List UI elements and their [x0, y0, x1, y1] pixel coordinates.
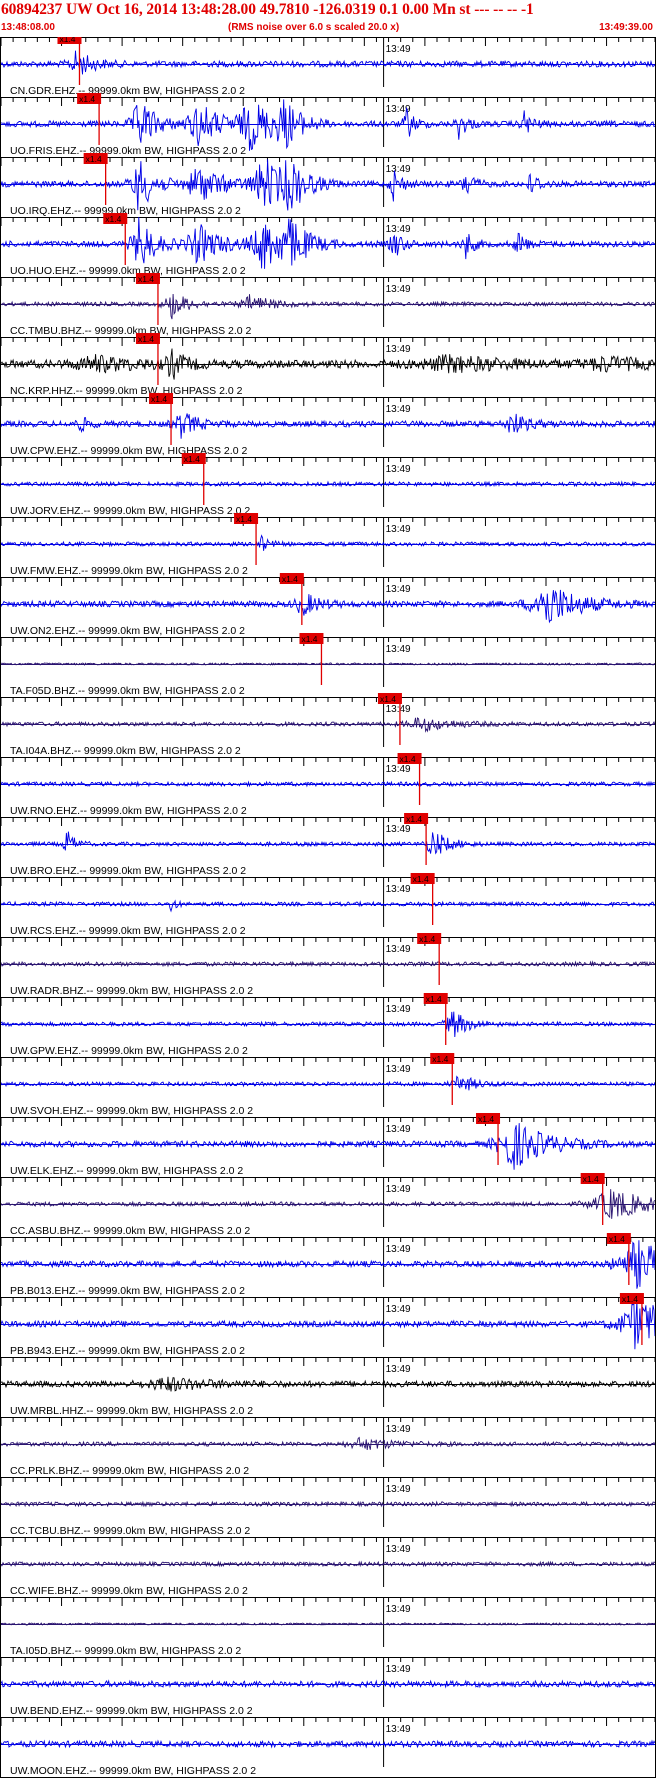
- station-label: UW.RNO.EHZ.-- 99999.0km BW, HIGHPASS 2.0…: [10, 805, 247, 817]
- station-label: UW.CPW.EHZ.-- 99999.0km BW, HIGHPASS 2.0…: [10, 445, 247, 457]
- station-label: UW.MOON.EHZ.-- 99999.0km BW, HIGHPASS 2.…: [10, 1765, 256, 1777]
- end-time: 13:49:39.00: [599, 22, 653, 33]
- minute-label: 13:49: [386, 1184, 411, 1195]
- waveform-trace: [0, 50, 656, 75]
- minute-label: 13:49: [386, 1724, 411, 1735]
- station-label: UW.BRO.EHZ.-- 99999.0km BW, HIGHPASS 2.0…: [10, 865, 246, 877]
- minute-label: 13:49: [386, 1304, 411, 1315]
- minute-label: 13:49: [386, 1424, 411, 1435]
- minute-label: 13:49: [386, 1604, 411, 1615]
- minute-label: 13:49: [386, 584, 411, 595]
- minute-label: 13:49: [386, 764, 411, 775]
- station-label: UW.ELK.EHZ.-- 99999.0km BW, HIGHPASS 2.0…: [10, 1165, 243, 1177]
- station-label: PB.B943.EHZ.-- 99999.0km BW, HIGHPASS 2.…: [10, 1345, 245, 1357]
- seismogram-plot: 13:49x1.4CN.GDR.EHZ.-- 99999.0km BW, HIG…: [0, 37, 656, 1778]
- minute-label: 13:49: [386, 1064, 411, 1075]
- pick-label: x1.4: [151, 394, 167, 404]
- station-label: NC.KRP.HHZ.-- 99999.0km BW, HIGHPASS 2.0…: [10, 385, 243, 397]
- station-label: UW.SVOH.EHZ.-- 99999.0km BW, HIGHPASS 2.…: [10, 1105, 253, 1117]
- waveform-trace: [0, 1436, 656, 1451]
- station-label: UO.HUO.EHZ.-- 99999.0km BW, HIGHPASS 2.0…: [10, 265, 246, 277]
- pick-label: x1.4: [583, 1174, 599, 1184]
- pick-label: x1.4: [86, 154, 102, 164]
- pick-label: x1.4: [419, 934, 435, 944]
- minute-label: 13:49: [386, 344, 411, 355]
- minute-label: 13:49: [386, 1004, 411, 1015]
- minute-label: 13:49: [386, 1664, 411, 1675]
- pick-label: x1.4: [138, 334, 154, 344]
- station-label: UW.RCS.EHZ.-- 99999.0km BW, HIGHPASS 2.0…: [10, 925, 246, 937]
- waveform-trace: [0, 534, 656, 551]
- station-label: UW.FMW.EHZ.-- 99999.0km BW, HIGHPASS 2.0…: [10, 565, 248, 577]
- pick-label: x1.4: [609, 1234, 625, 1244]
- minute-label: 13:49: [386, 944, 411, 955]
- minute-label: 13:49: [386, 464, 411, 475]
- pick-label: x1.4: [105, 214, 121, 224]
- waveform-trace: [0, 899, 656, 913]
- pick-label: x1.4: [478, 1114, 494, 1124]
- pick-label: x1.4: [138, 274, 154, 284]
- pick-label: x1.4: [413, 874, 429, 884]
- pick-label: x1.4: [59, 37, 75, 44]
- minute-label: 13:49: [386, 44, 411, 55]
- minute-label: 13:49: [386, 644, 411, 655]
- plot-header: 60894237 UW Oct 16, 2014 13:48:28.00 49.…: [0, 0, 656, 37]
- waveform-trace: [0, 1075, 656, 1091]
- station-label: CC.WIFE.BHZ.-- 99999.0km BW, HIGHPASS 2.…: [10, 1585, 248, 1597]
- pick-label: x1.4: [236, 514, 252, 524]
- pick-label: x1.4: [432, 1054, 448, 1064]
- pick-label: x1.4: [406, 814, 422, 824]
- station-label: UW.BEND.EHZ.-- 99999.0km BW, HIGHPASS 2.…: [10, 1705, 253, 1717]
- start-time: 13:48:08.00: [1, 22, 55, 33]
- station-label: UW.JORV.EHZ.-- 99999.0km BW, HIGHPASS 2.…: [10, 505, 250, 517]
- minute-label: 13:49: [386, 1484, 411, 1495]
- pick-label: x1.4: [426, 994, 442, 1004]
- rms-note: (RMS noise over 6.0 s scaled 20.0 x): [228, 22, 400, 33]
- station-label: UW.ON2.EHZ.-- 99999.0km BW, HIGHPASS 2.0…: [10, 625, 245, 637]
- waveform-trace: [0, 293, 656, 320]
- pick-label: x1.4: [282, 574, 298, 584]
- station-label: CN.GDR.EHZ.-- 99999.0km BW, HIGHPASS 2.0…: [10, 85, 245, 97]
- station-label: TA.I04A.BHZ.-- 99999.0km BW, HIGHPASS 2.…: [10, 745, 241, 757]
- minute-label: 13:49: [386, 224, 411, 235]
- pick-label: x1.4: [184, 454, 200, 464]
- waveform-trace: [0, 1123, 656, 1170]
- station-label: UW.GPW.EHZ.-- 99999.0km BW, HIGHPASS 2.0…: [10, 1045, 248, 1057]
- pick-label: x1.4: [301, 634, 317, 644]
- pick-label: x1.4: [400, 754, 416, 764]
- waveform-trace: [0, 589, 656, 624]
- station-label: PB.B013.EHZ.-- 99999.0km BW, HIGHPASS 2.…: [10, 1285, 245, 1297]
- station-label: CC.ASBU.BHZ.-- 99999.0km BW, HIGHPASS 2.…: [10, 1225, 250, 1237]
- minute-label: 13:49: [386, 524, 411, 535]
- minute-label: 13:49: [386, 1244, 411, 1255]
- minute-label: 13:49: [386, 824, 411, 835]
- station-label: CC.TMBU.BHZ.-- 99999.0km BW, HIGHPASS 2.…: [10, 325, 252, 337]
- minute-label: 13:49: [386, 164, 411, 175]
- minute-label: 13:49: [386, 704, 411, 715]
- minute-label: 13:49: [386, 884, 411, 895]
- station-label: CC.PRLK.BHZ.-- 99999.0km BW, HIGHPASS 2.…: [10, 1465, 249, 1477]
- minute-label: 13:49: [386, 404, 411, 415]
- minute-label: 13:49: [386, 1364, 411, 1375]
- station-label: TA.I05D.BHZ.-- 99999.0km BW, HIGHPASS 2.…: [10, 1645, 241, 1657]
- station-label: CC.TCBU.BHZ.-- 99999.0km BW, HIGHPASS 2.…: [10, 1525, 250, 1537]
- pick-label: x1.4: [380, 694, 396, 704]
- pick-label: x1.4: [79, 94, 95, 104]
- station-label: UW.MRBL.HHZ.-- 99999.0km BW, HIGHPASS 2.…: [10, 1405, 253, 1417]
- station-label: UW.RADR.BHZ.-- 99999.0km BW, HIGHPASS 2.…: [10, 985, 253, 997]
- station-label: UO.FRIS.EHZ.-- 99999.0km BW, HIGHPASS 2.…: [10, 145, 246, 157]
- waveform-trace: [0, 216, 656, 269]
- waveform-trace: [0, 831, 656, 855]
- minute-label: 13:49: [386, 284, 411, 295]
- pick-label: x1.4: [622, 1294, 638, 1304]
- event-title: 60894237 UW Oct 16, 2014 13:48:28.00 49.…: [1, 1, 534, 18]
- minute-label: 13:49: [386, 1544, 411, 1555]
- minute-label: 13:49: [386, 1124, 411, 1135]
- station-label: TA.F05D.BHZ.-- 99999.0km BW, HIGHPASS 2.…: [10, 685, 245, 697]
- waveform-trace: [0, 413, 656, 439]
